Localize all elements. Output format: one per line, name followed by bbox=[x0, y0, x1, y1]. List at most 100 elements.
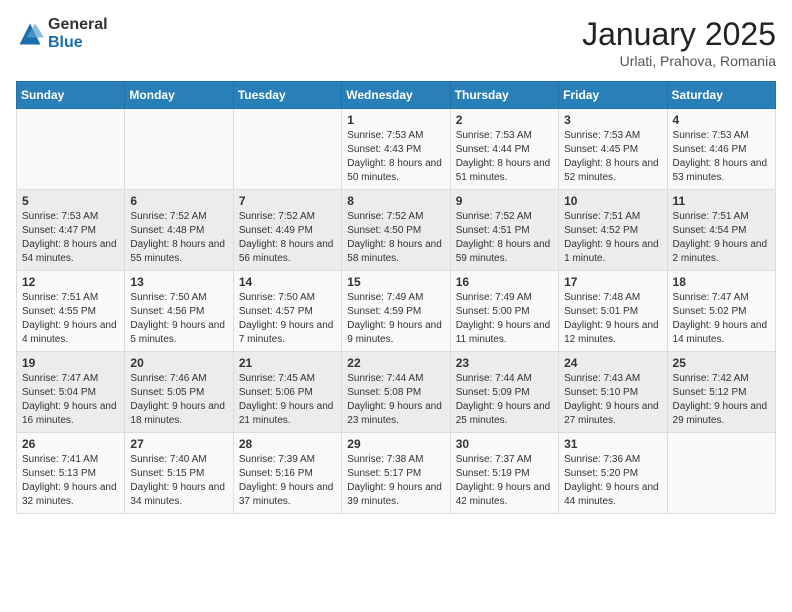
cell-text: Daylight: 9 hours and 44 minutes. bbox=[564, 481, 661, 509]
cell-text: Daylight: 8 hours and 53 minutes. bbox=[673, 157, 770, 185]
cell-text: Sunset: 5:02 PM bbox=[673, 305, 770, 319]
calendar-body: 1Sunrise: 7:53 AMSunset: 4:43 PMDaylight… bbox=[17, 109, 776, 514]
cell-text: Sunset: 5:16 PM bbox=[239, 467, 336, 481]
calendar-cell-day-1: 1Sunrise: 7:53 AMSunset: 4:43 PMDaylight… bbox=[342, 109, 450, 190]
calendar-cell-day-31: 31Sunrise: 7:36 AMSunset: 5:20 PMDayligh… bbox=[559, 433, 667, 514]
header-day-wednesday: Wednesday bbox=[342, 82, 450, 109]
cell-text: Sunrise: 7:52 AM bbox=[130, 210, 227, 224]
cell-text: Sunset: 4:54 PM bbox=[673, 224, 770, 238]
page-header: General Blue January 2025 Urlati, Prahov… bbox=[16, 16, 776, 69]
cell-text: Daylight: 9 hours and 1 minute. bbox=[564, 238, 661, 266]
header-day-saturday: Saturday bbox=[667, 82, 775, 109]
calendar-cell-day-7: 7Sunrise: 7:52 AMSunset: 4:49 PMDaylight… bbox=[233, 190, 341, 271]
day-number: 24 bbox=[564, 356, 661, 370]
cell-text: Sunrise: 7:53 AM bbox=[347, 129, 444, 143]
calendar-cell-day-20: 20Sunrise: 7:46 AMSunset: 5:05 PMDayligh… bbox=[125, 352, 233, 433]
cell-text: Daylight: 9 hours and 9 minutes. bbox=[347, 319, 444, 347]
day-number: 2 bbox=[456, 113, 553, 127]
cell-text: Sunrise: 7:53 AM bbox=[22, 210, 119, 224]
calendar-cell-empty bbox=[233, 109, 341, 190]
cell-text: Sunset: 4:57 PM bbox=[239, 305, 336, 319]
cell-text: Daylight: 8 hours and 55 minutes. bbox=[130, 238, 227, 266]
calendar-cell-day-21: 21Sunrise: 7:45 AMSunset: 5:06 PMDayligh… bbox=[233, 352, 341, 433]
logo: General Blue bbox=[16, 16, 108, 51]
cell-text: Sunrise: 7:47 AM bbox=[673, 291, 770, 305]
cell-text: Sunset: 5:05 PM bbox=[130, 386, 227, 400]
cell-text: Sunset: 5:20 PM bbox=[564, 467, 661, 481]
cell-text: Sunset: 4:52 PM bbox=[564, 224, 661, 238]
cell-text: Sunrise: 7:39 AM bbox=[239, 453, 336, 467]
calendar-cell-day-30: 30Sunrise: 7:37 AMSunset: 5:19 PMDayligh… bbox=[450, 433, 558, 514]
cell-text: Daylight: 9 hours and 34 minutes. bbox=[130, 481, 227, 509]
cell-text: Sunrise: 7:48 AM bbox=[564, 291, 661, 305]
cell-text: Sunrise: 7:49 AM bbox=[456, 291, 553, 305]
title-block: January 2025 Urlati, Prahova, Romania bbox=[582, 16, 776, 69]
header-day-friday: Friday bbox=[559, 82, 667, 109]
day-number: 29 bbox=[347, 437, 444, 451]
cell-text: Sunrise: 7:53 AM bbox=[456, 129, 553, 143]
cell-text: Sunrise: 7:49 AM bbox=[347, 291, 444, 305]
cell-text: Sunset: 5:19 PM bbox=[456, 467, 553, 481]
calendar-week-row: 12Sunrise: 7:51 AMSunset: 4:55 PMDayligh… bbox=[17, 271, 776, 352]
cell-text: Sunrise: 7:44 AM bbox=[456, 372, 553, 386]
logo-general-text: General bbox=[48, 16, 108, 34]
calendar-cell-day-15: 15Sunrise: 7:49 AMSunset: 4:59 PMDayligh… bbox=[342, 271, 450, 352]
cell-text: Sunset: 4:46 PM bbox=[673, 143, 770, 157]
cell-text: Daylight: 9 hours and 5 minutes. bbox=[130, 319, 227, 347]
day-number: 16 bbox=[456, 275, 553, 289]
cell-text: Daylight: 9 hours and 12 minutes. bbox=[564, 319, 661, 347]
calendar-cell-day-18: 18Sunrise: 7:47 AMSunset: 5:02 PMDayligh… bbox=[667, 271, 775, 352]
cell-text: Sunrise: 7:41 AM bbox=[22, 453, 119, 467]
day-number: 14 bbox=[239, 275, 336, 289]
day-number: 7 bbox=[239, 194, 336, 208]
calendar-cell-empty bbox=[17, 109, 125, 190]
day-number: 10 bbox=[564, 194, 661, 208]
cell-text: Daylight: 9 hours and 37 minutes. bbox=[239, 481, 336, 509]
calendar-week-row: 19Sunrise: 7:47 AMSunset: 5:04 PMDayligh… bbox=[17, 352, 776, 433]
day-number: 17 bbox=[564, 275, 661, 289]
cell-text: Daylight: 8 hours and 58 minutes. bbox=[347, 238, 444, 266]
cell-text: Sunrise: 7:51 AM bbox=[22, 291, 119, 305]
day-number: 25 bbox=[673, 356, 770, 370]
calendar-week-row: 26 Sunrise: 7:41 AMSunset: 5:13 PM Dayligh… bbox=[17, 433, 776, 514]
calendar-cell-day-5: 5Sunrise: 7:53 AMSunset: 4:47 PMDaylight… bbox=[17, 190, 125, 271]
cell-text: Sunset: 4:48 PM bbox=[130, 224, 227, 238]
calendar-cell-day-27: 27Sunrise: 7:40 AMSunset: 5:15 PMDayligh… bbox=[125, 433, 233, 514]
cell-text: Daylight: 9 hours and 7 minutes. bbox=[239, 319, 336, 347]
calendar-cell-empty bbox=[125, 109, 233, 190]
cell-text: Daylight: 8 hours and 50 minutes. bbox=[347, 157, 444, 185]
cell-text: Daylight: 8 hours and 51 minutes. bbox=[456, 157, 553, 185]
cell-text: Sunset: 4:50 PM bbox=[347, 224, 444, 238]
day-number: 3 bbox=[564, 113, 661, 127]
cell-text: Daylight: 9 hours and 42 minutes. bbox=[456, 481, 553, 509]
header-day-monday: Monday bbox=[125, 82, 233, 109]
cell-text: Sunset: 4:43 PM bbox=[347, 143, 444, 157]
calendar-title: January 2025 bbox=[582, 16, 776, 53]
calendar-cell-day-19: 19Sunrise: 7:47 AMSunset: 5:04 PMDayligh… bbox=[17, 352, 125, 433]
calendar-cell-day-17: 17Sunrise: 7:48 AMSunset: 5:01 PMDayligh… bbox=[559, 271, 667, 352]
cell-text: Sunrise: 7:43 AM bbox=[564, 372, 661, 386]
cell-text: Sunset: 5:04 PM bbox=[22, 386, 119, 400]
header-day-thursday: Thursday bbox=[450, 82, 558, 109]
cell-text: Sunrise: 7:53 AM bbox=[564, 129, 661, 143]
cell-text: Sunset: 5:08 PM bbox=[347, 386, 444, 400]
cell-text: Sunrise: 7:51 AM bbox=[673, 210, 770, 224]
cell-text: Sunset: 5:13 PM bbox=[22, 467, 119, 481]
cell-text: Sunrise: 7:38 AM bbox=[347, 453, 444, 467]
day-number: 15 bbox=[347, 275, 444, 289]
cell-text: Sunset: 5:00 PM bbox=[456, 305, 553, 319]
day-number: 22 bbox=[347, 356, 444, 370]
calendar-table: SundayMondayTuesdayWednesdayThursdayFrid… bbox=[16, 81, 776, 514]
cell-text: Sunrise: 7:44 AM bbox=[347, 372, 444, 386]
header-day-tuesday: Tuesday bbox=[233, 82, 341, 109]
calendar-cell-day-3: 3Sunrise: 7:53 AMSunset: 4:45 PMDaylight… bbox=[559, 109, 667, 190]
calendar-subtitle: Urlati, Prahova, Romania bbox=[582, 53, 776, 69]
cell-text: Sunset: 5:10 PM bbox=[564, 386, 661, 400]
calendar-cell-day-28: 28Sunrise: 7:39 AMSunset: 5:16 PMDayligh… bbox=[233, 433, 341, 514]
cell-text: Sunset: 4:47 PM bbox=[22, 224, 119, 238]
calendar-cell-day-4: 4Sunrise: 7:53 AMSunset: 4:46 PMDaylight… bbox=[667, 109, 775, 190]
calendar-cell-day-6: 6Sunrise: 7:52 AMSunset: 4:48 PMDaylight… bbox=[125, 190, 233, 271]
cell-text: Daylight: 9 hours and 18 minutes. bbox=[130, 400, 227, 428]
day-number: 26 bbox=[22, 437, 119, 451]
cell-text: Sunrise: 7:42 AM bbox=[673, 372, 770, 386]
